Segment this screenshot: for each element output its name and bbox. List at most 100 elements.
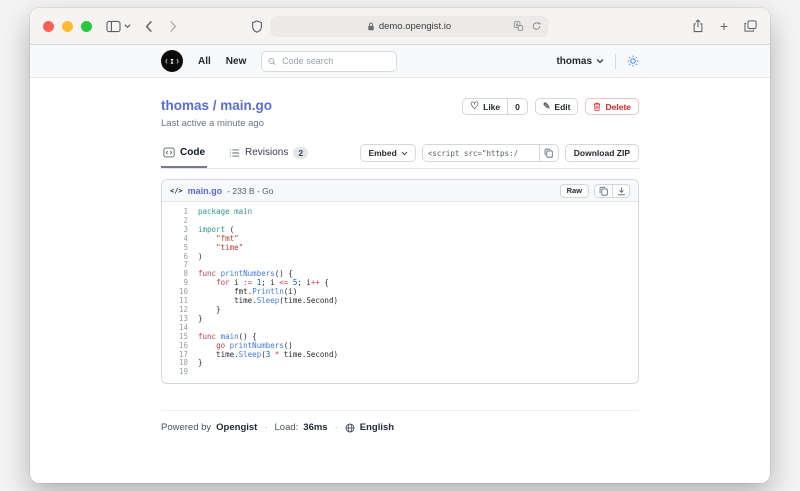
line-number[interactable]: 2	[162, 217, 198, 226]
delete-label: Delete	[605, 102, 631, 112]
code-line: 17 time.Sleep(3 * time.Second)	[162, 351, 638, 360]
title-separator: /	[209, 98, 220, 113]
translate-button[interactable]	[514, 21, 524, 31]
code-line: 1package main	[162, 208, 638, 217]
code-card-header: </> main.go - 233 B - Go Raw	[162, 180, 638, 202]
code-lines: 1package main2 3import (4 "fmt"5 "time"6…	[162, 202, 638, 383]
embed-label: Embed	[368, 148, 396, 158]
code-line: 13}	[162, 315, 638, 324]
close-window-button[interactable]	[43, 21, 54, 32]
delete-button[interactable]: Delete	[585, 98, 639, 115]
revisions-tab-label: Revisions	[245, 147, 288, 158]
file-actions-group	[594, 184, 630, 198]
tabs-row: Code Revisions 2 Embed	[161, 144, 639, 169]
privacy-shield-button[interactable]	[252, 20, 263, 33]
gist-title: thomas / main.go	[161, 98, 272, 113]
file-meta: - 233 B - Go	[227, 186, 273, 196]
chevron-right-icon	[169, 20, 177, 33]
minimize-window-button[interactable]	[62, 21, 73, 32]
tab-overview-button[interactable]	[744, 20, 757, 32]
sidebar-icon	[106, 20, 121, 33]
sidebar-toggle-button[interactable]	[106, 20, 121, 33]
gist-header: thomas / main.go Last active a minute ag…	[161, 78, 639, 129]
line-number[interactable]: 7	[162, 261, 198, 270]
user-menu-button[interactable]: thomas	[556, 56, 604, 67]
download-zip-button[interactable]: Download ZIP	[565, 144, 639, 162]
copy-embed-button[interactable]	[539, 145, 558, 161]
raw-button[interactable]: Raw	[560, 184, 589, 198]
code-card: </> main.go - 233 B - Go Raw	[161, 179, 639, 384]
gist-owner-link[interactable]: thomas	[161, 98, 209, 113]
gist-filename-link[interactable]: main.go	[220, 98, 272, 113]
code-line: 18}	[162, 359, 638, 368]
safari-window: demo.opengist.io +	[30, 8, 770, 483]
like-button-group: ♡ Like 0	[462, 98, 528, 115]
copy-code-button[interactable]	[595, 185, 612, 197]
page: All New thomas	[30, 45, 770, 433]
shield-icon	[252, 20, 263, 33]
sun-icon	[627, 55, 639, 67]
reload-button[interactable]	[532, 21, 542, 31]
line-number[interactable]: 6	[162, 253, 198, 262]
nav-all-link[interactable]: All	[198, 56, 211, 67]
nav-new-link[interactable]: New	[226, 56, 247, 67]
code-line-text: package main	[198, 208, 252, 217]
opengist-logo-icon	[161, 50, 183, 72]
like-count[interactable]: 0	[507, 99, 527, 114]
tab-revisions[interactable]: Revisions 2	[227, 145, 310, 169]
language-selector[interactable]: English	[360, 422, 394, 433]
line-number[interactable]: 5	[162, 244, 198, 253]
theme-toggle-button[interactable]	[627, 55, 639, 67]
chevron-left-icon	[145, 20, 153, 33]
chevron-down-icon	[596, 58, 604, 64]
embed-snippet-input[interactable]	[423, 145, 539, 161]
revisions-list-icon	[229, 148, 240, 158]
search-icon	[268, 57, 276, 66]
new-tab-button[interactable]: +	[720, 19, 728, 33]
sidebar-menu-button[interactable]	[124, 23, 131, 29]
file-name-link[interactable]: main.go	[188, 186, 223, 196]
line-number[interactable]: 3	[162, 226, 198, 235]
line-number[interactable]: 8	[162, 270, 198, 279]
forward-button[interactable]	[169, 20, 177, 33]
opengist-footer-link[interactable]: Opengist	[216, 422, 257, 433]
browser-toolbar: demo.opengist.io +	[30, 8, 770, 45]
code-file-icon: </>	[170, 187, 183, 195]
file-language: Go	[262, 186, 273, 196]
search-input[interactable]	[280, 55, 390, 67]
address-bar[interactable]: demo.opengist.io	[271, 16, 549, 37]
edit-label: Edit	[554, 102, 570, 112]
embed-snippet-group	[422, 144, 559, 162]
header-divider	[615, 54, 616, 69]
revisions-count-badge: 2	[293, 147, 308, 159]
line-number[interactable]: 19	[162, 368, 198, 377]
like-button[interactable]: ♡ Like	[463, 99, 507, 114]
copy-icon	[599, 186, 608, 196]
code-line: 11 time.Sleep(time.Second)	[162, 297, 638, 306]
line-number[interactable]: 4	[162, 235, 198, 244]
code-search-box	[261, 51, 397, 72]
share-button[interactable]	[692, 19, 704, 33]
opengist-logo[interactable]	[161, 50, 183, 72]
embed-dropdown-button[interactable]: Embed	[360, 144, 415, 162]
file-size: 233 B	[232, 186, 254, 196]
download-file-button[interactable]	[612, 185, 629, 197]
plus-icon: +	[720, 19, 728, 33]
code-line: 12 }	[162, 306, 638, 315]
lock-icon	[368, 22, 375, 31]
back-button[interactable]	[145, 20, 153, 33]
code-line-text	[198, 368, 203, 377]
window-controls	[43, 21, 92, 32]
tab-overview-icon	[744, 20, 757, 32]
edit-button[interactable]: ✎ Edit	[535, 98, 579, 115]
zoom-window-button[interactable]	[81, 21, 92, 32]
line-number[interactable]: 1	[162, 208, 198, 217]
url-text: demo.opengist.io	[379, 21, 451, 32]
code-tab-label: Code	[180, 147, 205, 158]
code-tab-icon	[163, 147, 175, 158]
tab-code[interactable]: Code	[161, 145, 207, 168]
load-value: 36ms	[303, 422, 327, 433]
translate-icon	[514, 21, 524, 31]
like-label: Like	[483, 102, 500, 112]
chevron-down-icon	[401, 151, 408, 156]
